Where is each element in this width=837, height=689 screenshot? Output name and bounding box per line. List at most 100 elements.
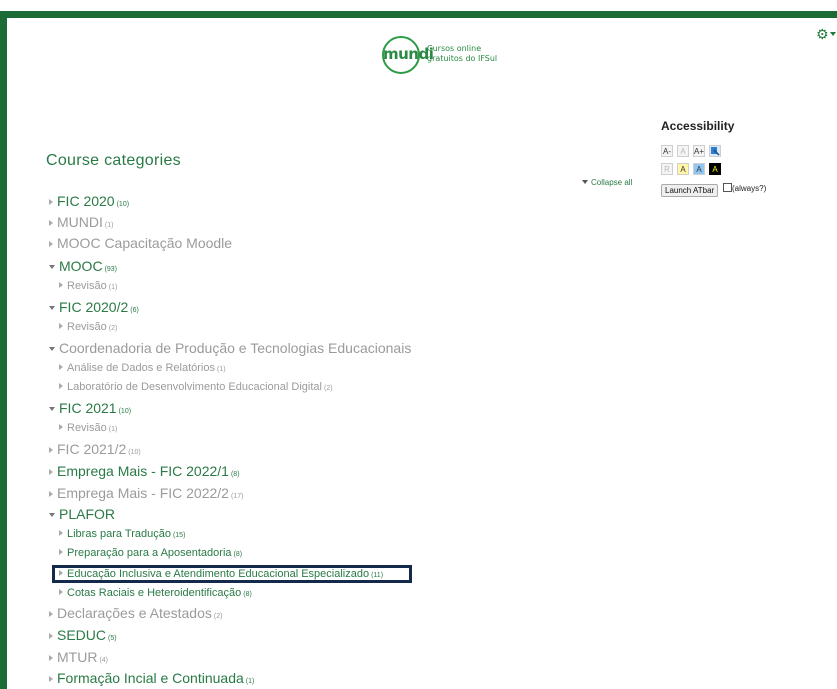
category-item[interactable]: MOOC (93) xyxy=(49,258,117,274)
category-count: (5) xyxy=(108,635,117,642)
collapse-arrow-icon[interactable] xyxy=(49,265,55,269)
category-count: (2) xyxy=(323,385,333,392)
subcategory-item[interactable]: Revisão (1) xyxy=(59,280,117,292)
category-count: (1) xyxy=(104,222,114,229)
category-link[interactable]: FIC 2021/2 xyxy=(57,441,126,457)
category-link[interactable]: SEDUC xyxy=(57,627,106,643)
category-link[interactable]: Libras para Tradução xyxy=(67,528,171,540)
always-option[interactable]: (always?) xyxy=(723,183,766,193)
blue-theme-button[interactable]: A xyxy=(693,163,705,175)
category-link[interactable]: Revisão xyxy=(67,321,107,333)
expand-arrow-icon[interactable] xyxy=(49,633,53,639)
category-link[interactable]: PLAFOR xyxy=(59,506,115,522)
category-item[interactable]: FIC 2020 (10) xyxy=(49,193,129,209)
category-link[interactable]: Revisão xyxy=(67,422,107,434)
category-count: (93) xyxy=(104,266,118,273)
spellcheck-icon[interactable] xyxy=(709,145,721,157)
category-link[interactable]: Cotas Raciais e Heteroidentificação xyxy=(67,587,241,599)
collapse-arrow-icon[interactable] xyxy=(49,306,55,310)
category-count: (10) xyxy=(116,201,130,208)
increase-font-button[interactable]: A+ xyxy=(693,145,705,157)
expand-arrow-icon[interactable] xyxy=(49,491,53,497)
category-link[interactable]: MOOC Capacitação Moodle xyxy=(57,235,232,251)
always-checkbox[interactable] xyxy=(723,183,732,192)
subcategory-item[interactable]: Análise de Dados e Relatórios (1) xyxy=(59,362,226,374)
category-count: (1) xyxy=(108,284,118,291)
category-item[interactable]: Formação Incial e Continuada (1) xyxy=(49,670,254,686)
expand-arrow-icon[interactable] xyxy=(59,282,63,288)
subcategory-item[interactable]: Libras para Tradução (15) xyxy=(59,528,185,540)
category-link[interactable]: FIC 2021 xyxy=(59,400,117,416)
accessibility-row-2: R A A A xyxy=(661,163,721,175)
subcategory-item[interactable]: Revisão (1) xyxy=(59,422,117,434)
category-count: (10) xyxy=(128,449,141,456)
expand-arrow-icon[interactable] xyxy=(59,549,63,555)
category-item[interactable]: Coordenadoria de Produção e Tecnologias … xyxy=(49,340,413,356)
accessibility-block: Accessibility A- A A+ R A A A Launch ATb… xyxy=(661,119,766,197)
expand-arrow-icon[interactable] xyxy=(59,530,63,536)
expand-arrow-icon[interactable] xyxy=(59,323,63,329)
expand-arrow-icon[interactable] xyxy=(59,589,63,595)
expand-arrow-icon[interactable] xyxy=(49,447,53,453)
category-item[interactable]: Declarações e Atestados (2) xyxy=(49,605,222,621)
category-link[interactable]: MUNDI xyxy=(57,214,103,230)
subcategory-item[interactable]: Preparação para a Aposentadoria (8) xyxy=(59,547,242,559)
category-item[interactable]: Emprega Mais - FIC 2022/1 (8) xyxy=(49,463,240,479)
mundi-logo[interactable]: mundi Cursos online gratuitos do IFSul xyxy=(382,36,512,78)
category-link[interactable]: MTUR xyxy=(57,649,97,665)
category-link[interactable]: Preparação para a Aposentadoria xyxy=(67,547,232,559)
category-item[interactable]: FIC 2021 (10) xyxy=(49,400,131,416)
reset-font-button[interactable]: A xyxy=(677,145,689,157)
expand-arrow-icon[interactable] xyxy=(49,199,53,205)
expand-arrow-icon[interactable] xyxy=(59,383,63,389)
category-count: (8) xyxy=(230,471,240,478)
reset-colour-button[interactable]: R xyxy=(661,163,673,175)
expand-arrow-icon[interactable] xyxy=(49,655,53,661)
collapse-arrow-icon[interactable] xyxy=(49,407,55,411)
category-item[interactable]: FIC 2020/2 (6) xyxy=(49,299,139,315)
category-link[interactable]: Laboratório de Desenvolvimento Educacion… xyxy=(67,381,322,393)
category-item[interactable]: SEDUC (5) xyxy=(49,627,117,643)
expand-arrow-icon[interactable] xyxy=(49,676,53,682)
category-link[interactable]: FIC 2020/2 xyxy=(59,299,128,315)
category-count: (15) xyxy=(172,532,186,539)
accessibility-title: Accessibility xyxy=(661,119,735,133)
category-link[interactable]: Emprega Mais - FIC 2022/1 xyxy=(57,463,229,479)
category-link[interactable]: Emprega Mais - FIC 2022/2 xyxy=(57,485,229,501)
category-count: (1) xyxy=(108,426,118,433)
collapse-arrow-icon[interactable] xyxy=(49,347,55,351)
category-count: (2) xyxy=(213,613,223,620)
category-item[interactable]: Emprega Mais - FIC 2022/2 (17) xyxy=(49,485,243,501)
expand-arrow-icon[interactable] xyxy=(49,241,53,247)
chevron-down-icon[interactable] xyxy=(830,32,836,36)
decrease-font-button[interactable]: A- xyxy=(661,145,673,157)
collapse-arrow-icon[interactable] xyxy=(49,513,55,517)
gear-icon[interactable]: ⚙ xyxy=(816,27,829,43)
category-link[interactable]: FIC 2020 xyxy=(57,193,115,209)
category-link[interactable]: Análise de Dados e Relatórios xyxy=(67,362,215,374)
category-link[interactable]: MOOC xyxy=(59,258,103,274)
category-link[interactable]: Declarações e Atestados xyxy=(57,605,212,621)
expand-arrow-icon[interactable] xyxy=(59,364,63,370)
category-item[interactable]: PLAFOR xyxy=(49,506,117,522)
subcategory-item[interactable]: Cotas Raciais e Heteroidentificação (8) xyxy=(59,587,252,599)
launch-atbar-button[interactable]: Launch ATbar xyxy=(661,184,719,197)
category-item[interactable]: MUNDI (1) xyxy=(49,214,113,230)
collapse-all-link[interactable]: Collapse all xyxy=(582,178,632,187)
black-theme-button[interactable]: A xyxy=(709,163,721,175)
expand-arrow-icon[interactable] xyxy=(49,220,53,226)
category-item[interactable]: MOOC Capacitação Moodle xyxy=(49,235,234,251)
expand-arrow-icon[interactable] xyxy=(59,424,63,430)
subcategory-item[interactable]: Revisão (2) xyxy=(59,321,117,333)
category-link[interactable]: Coordenadoria de Produção e Tecnologias … xyxy=(59,340,411,356)
subcategory-item[interactable]: Laboratório de Desenvolvimento Educacion… xyxy=(59,381,333,393)
category-link[interactable]: Formação Incial e Continuada xyxy=(57,670,244,686)
page-title: Course categories xyxy=(46,152,181,169)
category-link[interactable]: Revisão xyxy=(67,280,107,292)
category-item[interactable]: FIC 2021/2 (10) xyxy=(49,441,141,457)
yellow-theme-button[interactable]: A xyxy=(677,163,689,175)
category-item[interactable]: MTUR (4) xyxy=(49,649,108,665)
highlight-box xyxy=(52,565,412,583)
expand-arrow-icon[interactable] xyxy=(49,611,53,617)
expand-arrow-icon[interactable] xyxy=(49,469,53,475)
